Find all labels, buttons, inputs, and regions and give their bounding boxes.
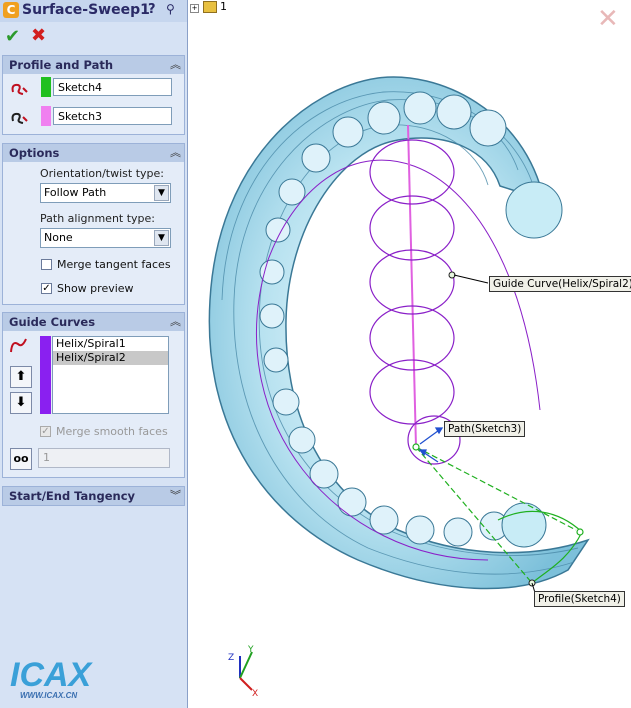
alignment-label: Path alignment type: <box>40 212 156 225</box>
chevron-down-icon[interactable]: ▼ <box>154 185 169 201</box>
triad-z-label: Z <box>228 653 234 663</box>
path-color-swatch <box>41 106 51 126</box>
sweep-feature-icon: C <box>3 2 19 18</box>
property-manager-panel: C Surface-Sweep1 ? ⚲ ✔ ✖ Profile and Pat… <box>0 0 188 708</box>
icax-logo: ICAX WWW.ICAX.CN <box>8 656 120 703</box>
merge-tangent-label: Merge tangent faces <box>57 258 171 271</box>
cancel-button[interactable]: ✖ <box>31 25 46 46</box>
merge-smooth-label: Merge smooth faces <box>56 425 168 438</box>
logo-url: WWW.ICAX.CN <box>20 691 77 700</box>
section-header-profile-path[interactable]: Profile and Path ︽ <box>2 55 185 75</box>
profile-field[interactable]: Sketch4 <box>53 78 172 96</box>
profile-color-swatch <box>41 77 51 97</box>
direction-arrows <box>418 427 444 463</box>
guide-curve-callout[interactable]: Guide Curve(Helix/Spiral2) <box>489 276 631 292</box>
ok-cancel-row: ✔ ✖ <box>0 24 187 50</box>
guide-curve-list[interactable]: Helix/Spiral1 Helix/Spiral2 <box>52 336 169 414</box>
show-sections-button[interactable]: oo <box>10 448 32 470</box>
panel-title-bar: C Surface-Sweep1 ? ⚲ <box>0 0 187 22</box>
show-preview-label: Show preview <box>57 282 134 295</box>
axis-triad: Z Y X <box>228 645 258 699</box>
path-field[interactable]: Sketch3 <box>53 107 172 125</box>
expand-chevron-icon[interactable]: ︾ <box>170 487 181 503</box>
triad-x-label: X <box>252 689 258 699</box>
section-header-start-end-tangency[interactable]: Start/End Tangency ︾ <box>2 486 185 506</box>
triad-y-label: Y <box>247 645 254 655</box>
merge-smooth-checkbox[interactable]: ✓ <box>40 426 51 437</box>
section-title: Options <box>9 146 60 160</box>
path-callout[interactable]: Path(Sketch3) <box>444 421 526 437</box>
collapse-chevron-icon[interactable]: ︽ <box>170 56 181 72</box>
move-up-button[interactable]: ⬆ <box>10 366 32 388</box>
chevron-down-icon[interactable]: ▼ <box>154 230 169 246</box>
section-spin-box[interactable]: 1 <box>38 448 170 468</box>
section-title: Start/End Tangency <box>9 489 136 503</box>
ok-button[interactable]: ✔ <box>5 26 20 47</box>
pin-icon[interactable]: ⚲ <box>166 2 182 18</box>
section-title: Guide Curves <box>9 315 96 329</box>
profile-select-icon <box>11 83 28 95</box>
move-down-button[interactable]: ⬇ <box>10 392 32 414</box>
help-button[interactable]: ? <box>148 2 162 18</box>
alignment-value: None <box>44 231 73 244</box>
section-body-options: Orientation/twist type: Follow Path ▼ Pa… <box>2 162 185 305</box>
section-body-profile-path: Sketch4 Sketch3 <box>2 74 185 135</box>
orientation-label: Orientation/twist type: <box>40 167 164 180</box>
section-title: Profile and Path <box>9 58 114 72</box>
orientation-dropdown[interactable]: Follow Path ▼ <box>40 183 171 203</box>
show-preview-checkbox[interactable]: ✓ <box>41 283 52 294</box>
alignment-dropdown[interactable]: None ▼ <box>40 228 171 248</box>
list-item[interactable]: Helix/Spiral1 <box>53 337 168 351</box>
collapse-chevron-icon[interactable]: ︽ <box>170 313 181 329</box>
section-header-guide-curves[interactable]: Guide Curves ︽ <box>2 312 185 332</box>
merge-tangent-checkbox[interactable] <box>41 259 52 270</box>
profile-callout[interactable]: Profile(Sketch4) <box>534 591 625 607</box>
panel-title: Surface-Sweep1 <box>22 2 150 18</box>
section-header-options[interactable]: Options ︽ <box>2 143 185 163</box>
logo-text: ICAX <box>10 656 94 694</box>
path-line <box>407 124 417 448</box>
guide-curve-select-icon <box>10 338 27 353</box>
list-item[interactable]: Helix/Spiral2 <box>53 351 168 365</box>
guide-curve-color-bar <box>40 336 51 414</box>
orientation-value: Follow Path <box>44 186 107 199</box>
collapse-chevron-icon[interactable]: ︽ <box>170 144 181 160</box>
path-select-icon <box>11 112 28 124</box>
